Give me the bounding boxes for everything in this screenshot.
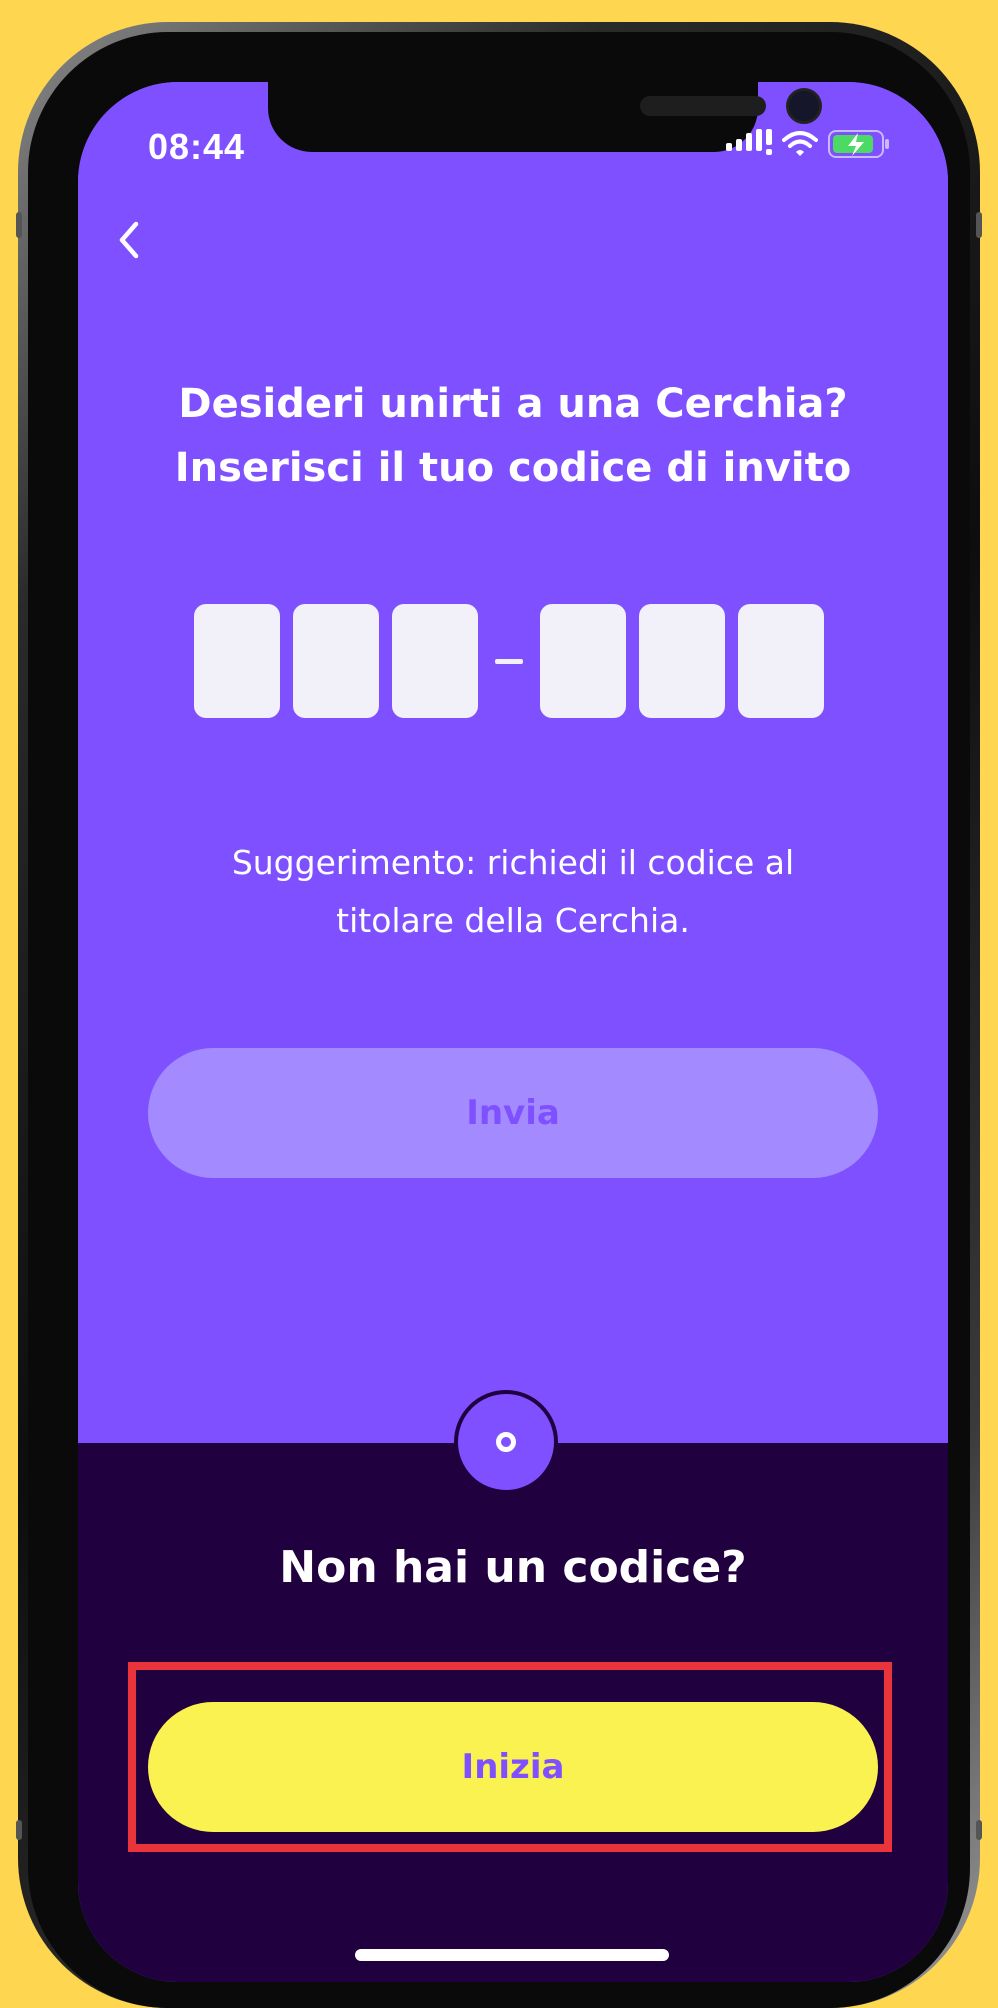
camera xyxy=(786,88,822,124)
code-separator xyxy=(495,658,523,664)
status-icons xyxy=(726,128,890,164)
speaker xyxy=(640,96,766,116)
highlight-box xyxy=(128,1662,892,1852)
code-digit-2[interactable] xyxy=(293,604,379,718)
code-digit-6[interactable] xyxy=(738,604,824,718)
phone-side-button-left-bottom xyxy=(16,1820,22,1840)
hint-line-2: titolare della Cerchia. xyxy=(336,901,690,940)
wifi-icon xyxy=(782,130,818,162)
notch xyxy=(268,82,822,152)
phone-side-button-left xyxy=(16,212,22,238)
signal-icon xyxy=(726,129,772,163)
hint-text: Suggerimento: richiedi il codice al tito… xyxy=(158,834,868,950)
code-digit-1[interactable] xyxy=(194,604,280,718)
battery-charging-icon xyxy=(828,129,890,163)
page-title: Desideri unirti a una Cerchia? Inserisci… xyxy=(78,372,948,500)
send-button[interactable]: Invia xyxy=(148,1048,878,1178)
chevron-left-icon xyxy=(116,220,142,264)
phone-side-button-right-bottom xyxy=(976,1820,982,1840)
no-code-question: Non hai un codice? xyxy=(279,1542,747,1593)
code-digit-3[interactable] xyxy=(392,604,478,718)
top-section xyxy=(78,82,948,1443)
circle-icon xyxy=(496,1432,516,1452)
code-digit-4[interactable] xyxy=(540,604,626,718)
status-time: 08:44 xyxy=(148,126,246,167)
home-indicator[interactable] xyxy=(355,1949,669,1961)
invite-code-input[interactable] xyxy=(194,604,824,718)
divider-badge xyxy=(454,1390,558,1494)
code-digit-5[interactable] xyxy=(639,604,725,718)
title-line-1: Desideri unirti a una Cerchia? xyxy=(178,381,848,427)
hint-line-1: Suggerimento: richiedi il codice al xyxy=(231,843,795,882)
back-button[interactable] xyxy=(106,212,152,272)
title-line-2: Inserisci il tuo codice di invito xyxy=(174,445,852,491)
phone-side-button-right xyxy=(976,212,982,238)
